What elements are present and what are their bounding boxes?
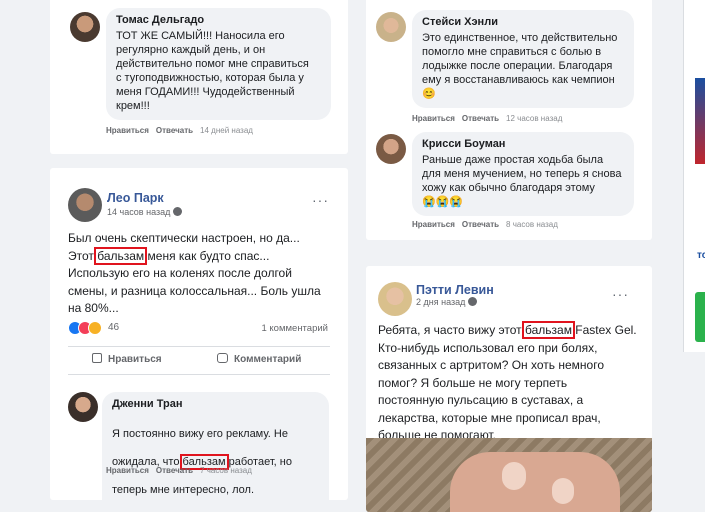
post-time: 2 дня назад [416,297,478,307]
post-time-text[interactable]: 14 часов назад [107,207,170,217]
post-line: Кто-нибудь использовал его при болях, [378,340,598,355]
like-link[interactable]: Нравиться [106,126,149,135]
like-link[interactable]: Нравиться [106,466,149,475]
reply-link[interactable]: Отвечать [462,220,499,229]
avatar[interactable] [376,12,406,42]
post-line: Ребята, я часто вижу этот бальзам Fastex… [378,321,650,340]
post-line: Был очень скептически настроен, но да... [68,231,300,245]
comment-time: 12 часов назад [506,114,563,123]
comment-actions: Нравиться Отвечать 7 часов назад [106,466,252,475]
emoji: 😭😭😭 [422,196,464,208]
like-button-label: Нравиться [108,354,162,365]
right-sidebar: тс [683,0,705,512]
globe-icon [468,297,478,306]
finger-nail [552,478,574,504]
product-image[interactable] [695,78,705,164]
comment-bubble: Томас Дельгадо ТОТ ЖЕ САМЫЙ!!! Наносила … [106,8,331,120]
comment-time: 7 часов назад [200,466,252,475]
thumbs-up-icon [92,353,102,363]
post-line: связанных с артритом? Он хоть немного [378,358,605,372]
comment-text: ТОТ ЖЕ САМЫЙ!!! Наносила его регулярно к… [116,30,309,112]
post-text-segment: меня как будто спас... [144,248,270,263]
highlighted-word: бальзам [522,321,575,339]
post-text: Был очень скептически настроен, но да...… [68,230,338,318]
post-text-segment: Ребята, я часто вижу этот [378,323,525,337]
like-button[interactable]: Нравиться [92,353,162,365]
reply-link[interactable]: Отвечать [462,114,499,123]
post-card: Пэтти Левин 2 дня назад ··· Ребята, я ча… [366,266,652,512]
commenter-name[interactable]: Томас Дельгадо [116,14,321,26]
comment-text: Раньше даже простая ходьба была для меня… [422,154,622,194]
post-time: 14 часов назад [107,207,183,217]
sidebar-link-text[interactable]: тс [697,250,705,261]
post-line: на 80%... [68,301,119,315]
comment-bubble: Крисси Боуман Раньше даже простая ходьба… [412,132,634,216]
post-line: лекарства, которые мне прописал врач, [378,410,601,425]
post-line: Этот бальзам меня как будто спас... [68,246,338,266]
commenter-name[interactable]: Стейси Хэнли [422,16,624,28]
reply-bubble: Дженни Тран Я постоянно вижу его рекламу… [102,392,329,500]
previous-post-card: Томас Дельгадо ТОТ ЖЕ САМЫЙ!!! Наносила … [50,0,348,154]
post-card: Лео Парк 14 часов назад ··· Был очень ск… [50,168,348,500]
sidebar-card: тс [683,0,705,352]
more-options-icon[interactable]: ··· [612,286,629,302]
author-avatar[interactable] [378,282,412,316]
post-photo[interactable] [366,438,652,512]
post-author[interactable]: Пэтти Левин [416,283,494,297]
left-column: Томас Дельгадо ТОТ ЖЕ САМЫЙ!!! Наносила … [50,0,348,512]
divider [68,374,330,375]
like-link[interactable]: Нравиться [412,114,455,123]
post-text: Ребята, я часто вижу этот бальзам Fastex… [378,321,650,445]
reply-link[interactable]: Отвечать [156,466,193,475]
commenter-name[interactable]: Дженни Тран [112,398,319,410]
comment-actions: Нравиться Отвечать 8 часов назад [412,220,558,229]
comment-button-label: Комментарий [234,354,302,365]
avatar[interactable] [376,134,406,164]
comment-actions: Нравиться Отвечать 14 дней назад [106,126,253,135]
comments-card: Стейси Хэнли Это единственное, что дейст… [366,0,652,240]
reactions-count: 46 [108,322,120,333]
cta-button[interactable] [695,292,705,342]
comment-time: 8 часов назад [506,220,558,229]
post-line: смены, и разница колоссальная... Боль уш… [68,283,321,298]
reactions[interactable]: 46 [68,321,128,337]
post-text-segment: Fastex Gel. [571,323,637,337]
author-avatar[interactable] [68,188,102,222]
post-time-text[interactable]: 2 дня назад [416,297,465,307]
emoji: 😊 [422,88,436,100]
comment-text: Я постоянно вижу его рекламу. Не ожидала… [112,413,319,500]
commenter-name[interactable]: Крисси Боуман [422,138,624,150]
comment-text: Это единственное, что действительно помо… [422,32,618,86]
hand-shape [450,452,620,512]
middle-column: Стейси Хэнли Это единственное, что дейст… [366,0,652,512]
post-author[interactable]: Лео Парк [107,191,164,205]
post-text-segment: Этот [68,248,98,263]
avatar[interactable] [68,392,98,422]
comment-bubble: Стейси Хэнли Это единственное, что дейст… [412,10,634,108]
comment-time: 14 дней назад [200,126,253,135]
comment-button[interactable]: Комментарий [217,353,301,365]
reply-link[interactable]: Отвечать [156,126,193,135]
highlighted-word: бальзам [94,246,148,265]
post-line: помог? Я больше не могу терпеть [378,375,568,390]
post-line: постоянную пульсацию в суставах, а [378,393,584,407]
divider [68,346,330,347]
more-options-icon[interactable]: ··· [312,192,329,208]
post-line: Использую его на коленях после долгой [68,266,292,280]
comment-actions: Нравиться Отвечать 12 часов назад [412,114,562,123]
comment-line: Я постоянно вижу его рекламу. Не [112,428,288,440]
like-link[interactable]: Нравиться [412,220,455,229]
comments-count[interactable]: 1 комментарий [262,323,329,334]
comment-icon [217,353,228,363]
haha-reaction-icon [88,321,102,335]
finger-nail [502,462,526,490]
avatar[interactable] [70,12,100,42]
comment-line: теперь мне интересно, лол. [112,484,255,496]
globe-icon [173,207,183,216]
